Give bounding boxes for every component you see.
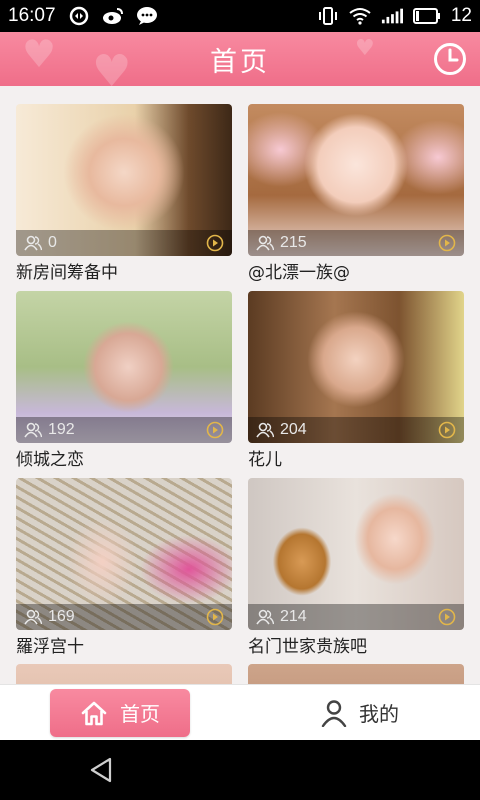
thumbnail-overlay: 0 [16,230,232,256]
room-card[interactable]: 0 新房间筹备中 [16,104,232,284]
bottom-nav: 首页 我的 [0,684,480,740]
room-title: 名门世家贵族吧 [248,637,367,657]
thumbnail-overlay: 192 [16,417,232,443]
thumbnail-overlay: 204 [248,417,464,443]
system-nav-bar [0,740,480,800]
app-header: ♥ ♥ ♥ 首页 [0,32,480,86]
room-card[interactable] [248,664,464,684]
viewer-count: 214 [280,608,307,625]
play-icon[interactable] [438,234,456,252]
users-icon [256,235,274,251]
room-title: 新房间筹备中 [16,263,118,283]
thumbnail-overlay: 215 [248,230,464,256]
heart-decoration-icon: ♥ [92,46,132,86]
back-icon[interactable] [88,756,114,784]
room-thumbnail[interactable]: 214 [248,478,464,630]
nav-home[interactable]: 首页 [0,685,240,741]
viewer-count: 192 [48,421,75,438]
heart-decoration-icon: ♥ [355,36,375,61]
play-icon[interactable] [206,234,224,252]
users-icon [256,609,274,625]
users-icon [256,422,274,438]
viewer-count: 169 [48,608,75,625]
room-card[interactable]: 169 羅浮宫十 [16,478,232,658]
room-thumbnail[interactable]: 192 [16,291,232,443]
signal-icon [381,6,403,26]
users-icon [24,609,42,625]
thumbnail-overlay: 214 [248,604,464,630]
heart-decoration-icon: ♥ [22,32,57,76]
room-thumbnail[interactable] [16,664,232,684]
room-thumbnail[interactable] [248,664,464,684]
history-clock-icon[interactable] [432,41,468,77]
nav-home-button[interactable]: 首页 [50,688,190,737]
room-title: 倾城之恋 [16,450,84,470]
room-card[interactable]: 214 名门世家贵族吧 [248,478,464,658]
room-card[interactable]: 215 @北漂一族@ [248,104,464,284]
room-card[interactable] [16,664,232,684]
room-thumbnail[interactable]: 215 [248,104,464,256]
nav-me-label: 我的 [359,702,399,726]
users-icon [24,422,42,438]
status-bar: 16:07 12 [0,0,480,32]
room-title: 花儿 [248,450,282,470]
room-thumbnail[interactable]: 204 [248,291,464,443]
viewer-count: 0 [48,234,57,251]
play-icon[interactable] [206,421,224,439]
sync-icon [68,6,90,26]
room-thumbnail[interactable]: 169 [16,478,232,630]
play-icon[interactable] [438,421,456,439]
vibrate-icon [317,6,339,26]
battery-level: 12 [450,5,472,26]
page-title: 首页 [210,46,270,78]
play-icon[interactable] [438,608,456,626]
viewer-count: 204 [280,421,307,438]
wifi-icon [349,6,371,26]
weibo-icon [102,6,124,26]
users-icon [24,235,42,251]
battery-icon [412,8,441,24]
thumbnail-overlay: 169 [16,604,232,630]
room-thumbnail[interactable]: 0 [16,104,232,256]
room-card[interactable]: 204 花儿 [248,291,464,471]
nav-home-label: 首页 [120,702,160,726]
home-icon [81,701,107,725]
room-grid: 0 新房间筹备中 215 @北漂一族@ 192 倾城之恋 204 花儿 169 … [0,86,480,684]
viewer-count: 215 [280,234,307,251]
room-card[interactable]: 192 倾城之恋 [16,291,232,471]
status-time: 16:07 [8,5,56,26]
chat-icon [136,6,158,26]
nav-me[interactable]: 我的 [240,685,480,741]
play-icon[interactable] [206,608,224,626]
room-title: @北漂一族@ [248,263,350,283]
room-title: 羅浮宫十 [16,637,84,657]
user-icon [321,699,347,727]
